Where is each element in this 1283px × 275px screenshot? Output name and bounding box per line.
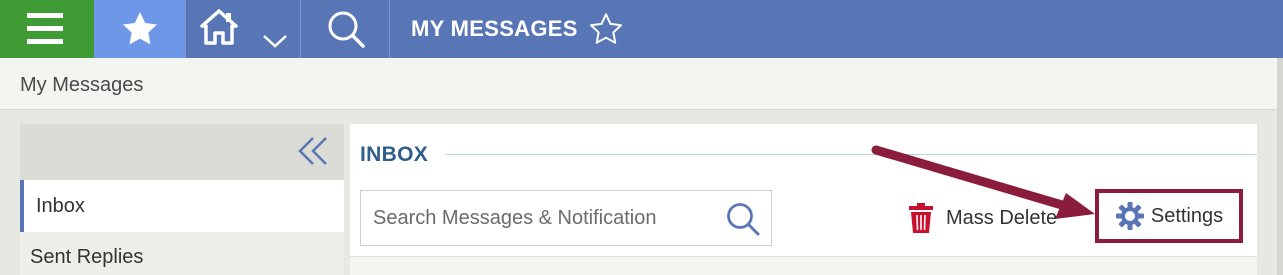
hamburger-menu-icon: [27, 13, 63, 44]
inbox-panel: INBOX Mass Delete: [350, 124, 1257, 275]
search-box: [360, 190, 772, 246]
top-navigation-bar: MY MESSAGES: [0, 0, 1283, 58]
double-chevron-left-icon[interactable]: [296, 135, 330, 167]
star-filled-icon: [123, 12, 157, 45]
title-divider: [445, 154, 1257, 155]
home-icon: [200, 9, 238, 45]
scrollbar-track[interactable]: [1277, 58, 1283, 275]
sidebar-header: [20, 124, 344, 180]
sidebar-item-label: Inbox: [36, 195, 85, 217]
sidebar-item-inbox[interactable]: Inbox: [20, 180, 344, 232]
menu-button[interactable]: [0, 0, 94, 58]
message-sidebar: Inbox Sent Replies: [20, 124, 344, 275]
gear-icon: [1115, 202, 1144, 230]
settings-label: Settings: [1150, 204, 1224, 227]
sidebar-item-sent-replies[interactable]: Sent Replies: [20, 232, 344, 275]
chevron-down-icon[interactable]: [262, 33, 288, 49]
sidebar-item-label: Sent Replies: [30, 246, 144, 268]
home-button[interactable]: [185, 0, 300, 58]
mass-delete-label: Mass Delete: [946, 206, 1058, 229]
star-outline-icon[interactable]: [588, 11, 624, 47]
breadcrumb-item[interactable]: My Messages: [20, 74, 143, 97]
favorites-button[interactable]: [94, 0, 185, 58]
message-list-area: [350, 256, 1257, 275]
search-icon[interactable]: [725, 201, 761, 237]
page-title: MY MESSAGES: [411, 16, 578, 41]
mass-delete-button[interactable]: Mass Delete: [908, 200, 1057, 236]
section-title: INBOX: [360, 143, 429, 166]
global-search-button[interactable]: [300, 0, 390, 58]
page-title-bar: MY MESSAGES: [411, 11, 624, 47]
trash-icon: [909, 203, 933, 233]
breadcrumb: My Messages: [0, 58, 1283, 110]
search-icon: [328, 11, 365, 48]
settings-button[interactable]: Settings: [1095, 189, 1243, 243]
search-input[interactable]: [373, 199, 713, 237]
